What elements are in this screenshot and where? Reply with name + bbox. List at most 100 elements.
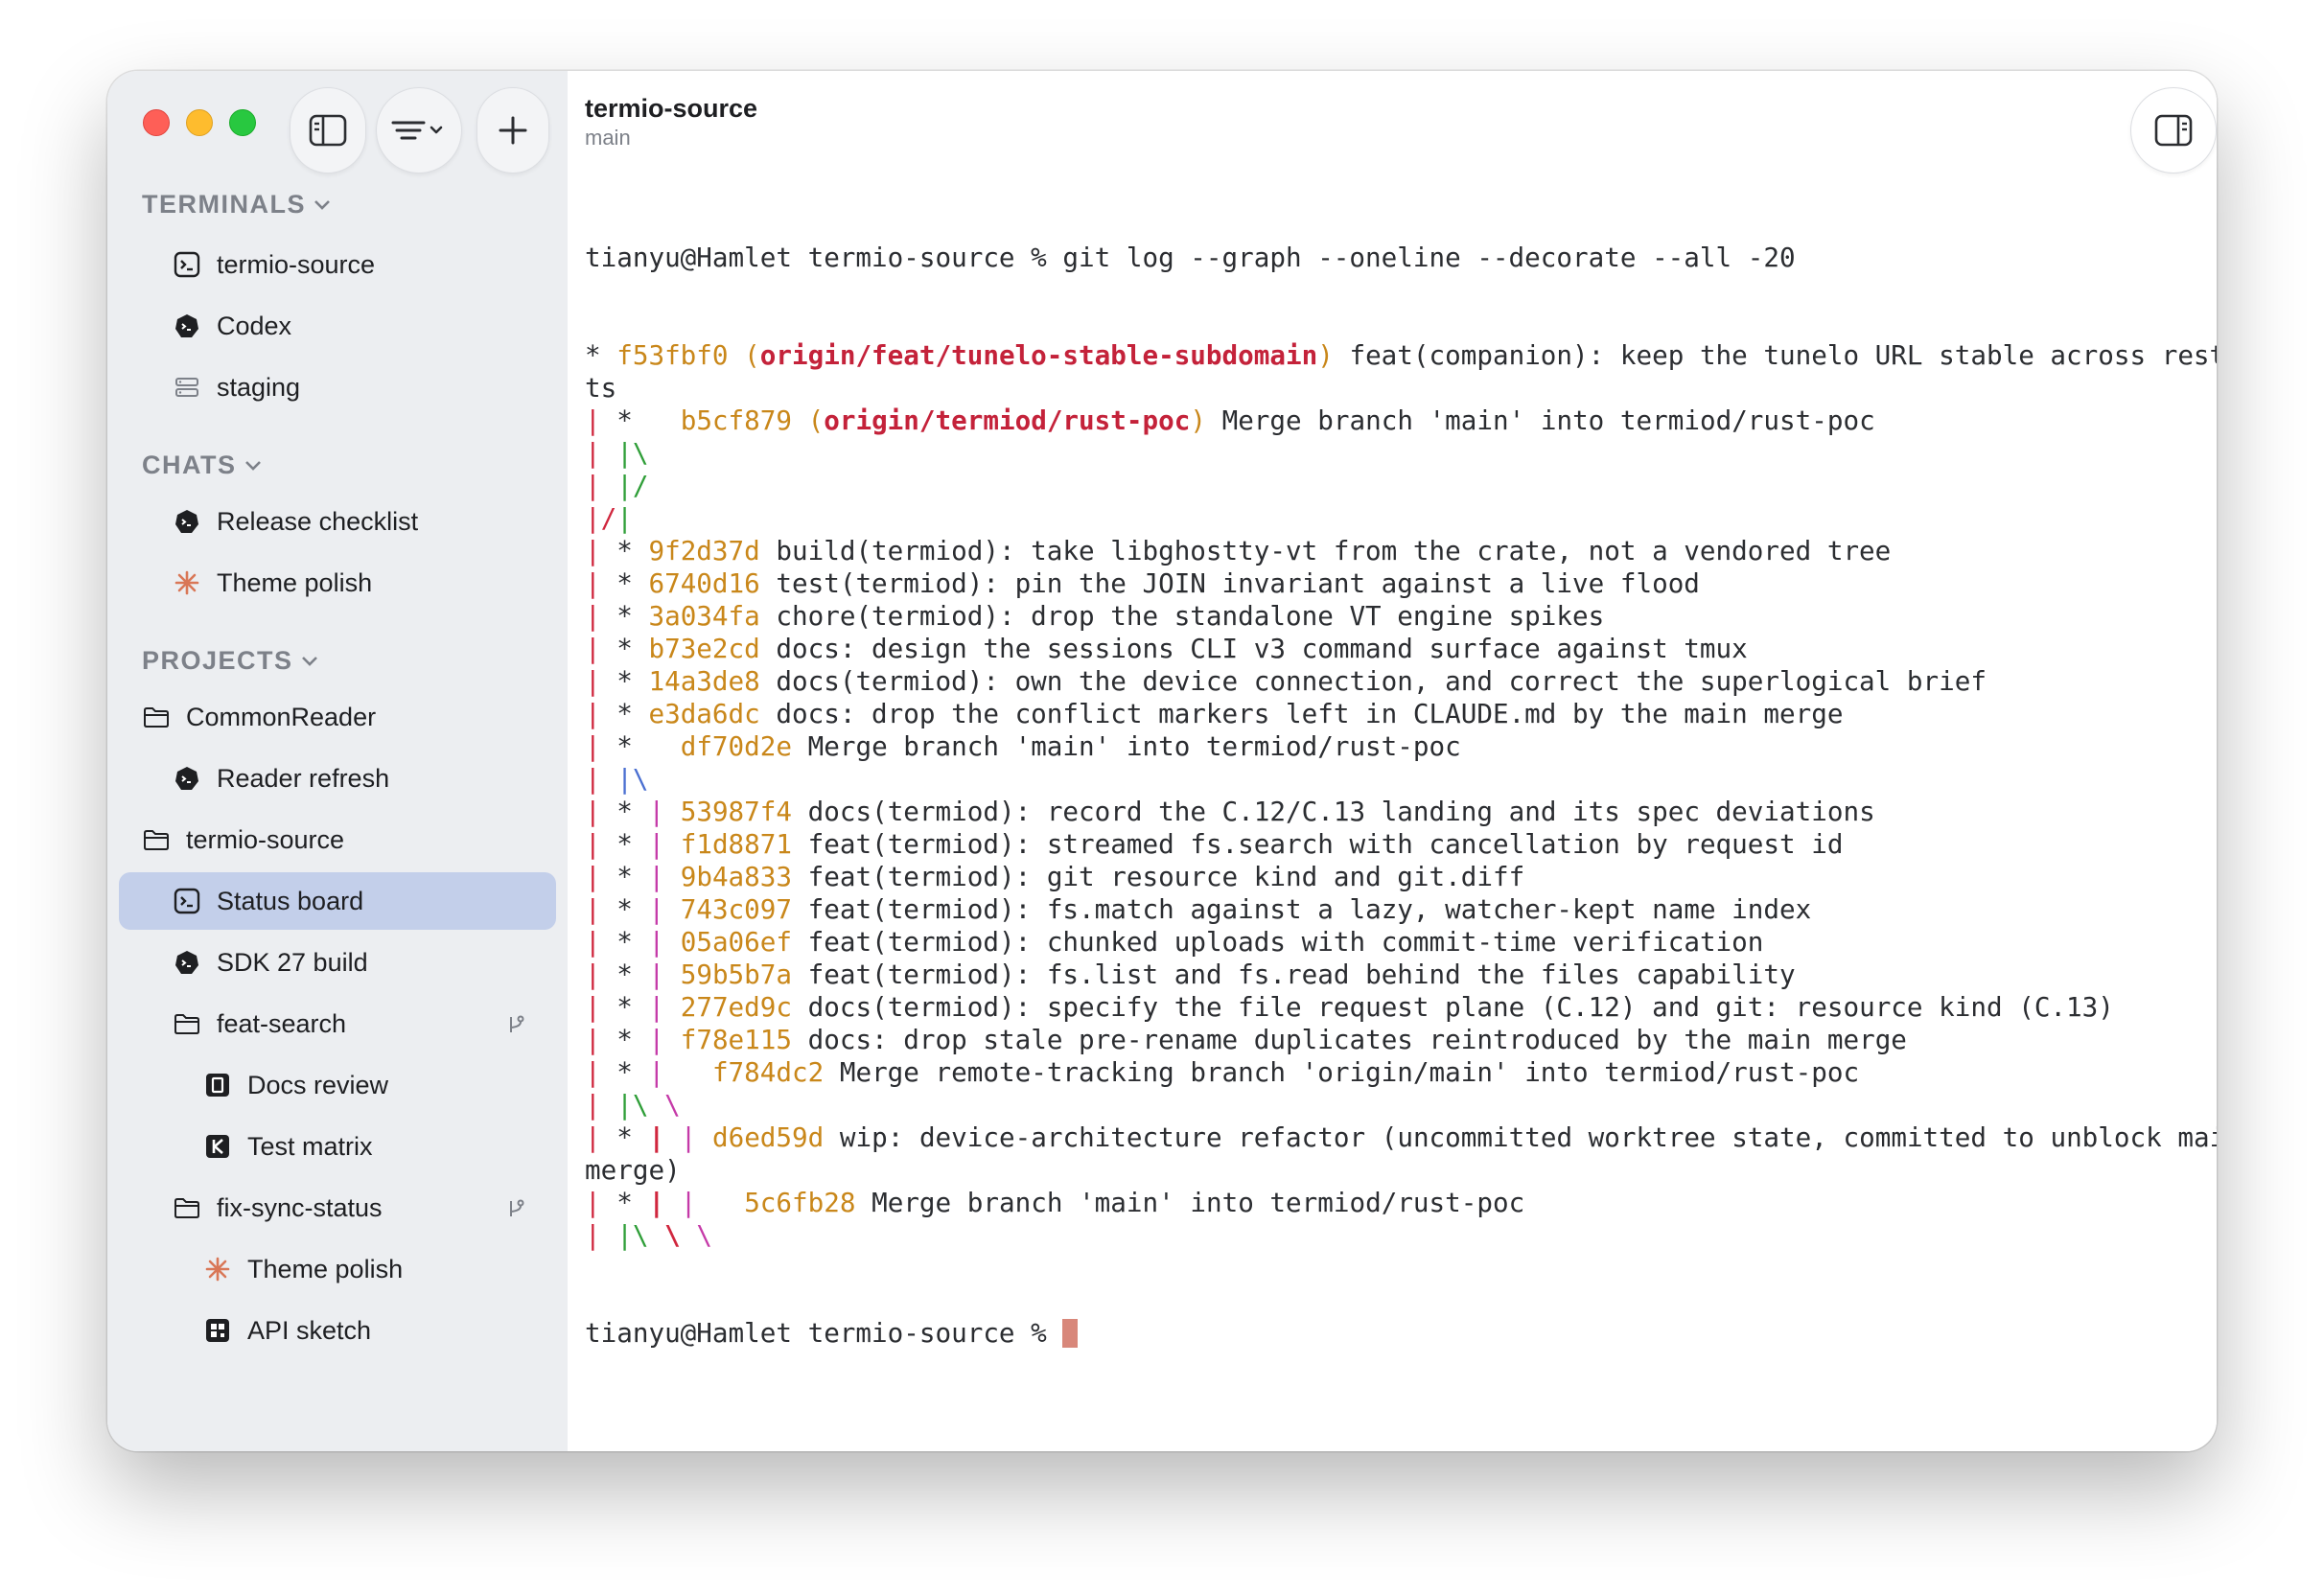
sidebar-item-docs-review[interactable]: Docs review: [203, 1056, 388, 1114]
sidebar-item-label: Test matrix: [247, 1131, 373, 1161]
toggle-sidebar-button[interactable]: [290, 87, 366, 173]
sidebar-worktree-feat-search[interactable]: feat-search: [173, 995, 556, 1052]
log-segment: merge): [585, 1154, 681, 1186]
sidebar: TERMINALS termio-source Codex staging CH…: [107, 71, 569, 1451]
log-segment: |: [648, 1056, 665, 1088]
log-segment: |: [585, 861, 601, 892]
git-log-line: | * 3a034fa chore(termiod): drop the sta…: [585, 600, 2207, 633]
close-window-button[interactable]: [143, 109, 170, 136]
sidebar-item-api-sketch[interactable]: API sketch: [203, 1302, 371, 1359]
log-segment: [664, 1024, 681, 1055]
commit-hash: 14a3de8: [648, 665, 760, 697]
git-log-line: | * | 9b4a833 feat(termiod): git resourc…: [585, 861, 2207, 893]
log-segment: [664, 893, 681, 925]
log-segment: [601, 1219, 617, 1251]
log-segment: [648, 1089, 664, 1121]
git-log-line: | * e3da6dc docs: drop the conflict mark…: [585, 698, 2207, 730]
commit-hash: 743c097: [680, 893, 793, 925]
commit-hash: e3da6dc: [648, 698, 760, 729]
sidebar-item-status-board[interactable]: Status board: [119, 872, 556, 930]
codex-icon: [173, 764, 201, 793]
claude-sparkle-icon: [173, 568, 201, 597]
codex-icon: [173, 312, 201, 340]
commit-hash: 9f2d37d: [648, 535, 760, 566]
sidebar-item-reader-refresh[interactable]: Reader refresh: [173, 750, 389, 807]
zoom-window-button[interactable]: [229, 109, 256, 136]
sidebar-item-label: feat-search: [217, 1008, 347, 1038]
git-log-line: | |/: [585, 470, 2207, 502]
log-segment: *: [600, 567, 649, 599]
commit-hash: df70d2e: [680, 730, 792, 762]
log-segment: [664, 796, 681, 827]
terminal-cursor: [1062, 1319, 1079, 1348]
commit-hash: d6ed59d: [711, 1121, 825, 1153]
log-segment: |\: [616, 1219, 649, 1251]
git-log-line: | * 9f2d37d build(termiod): take libghos…: [585, 535, 2207, 567]
sidebar-worktree-fix-sync-status[interactable]: fix-sync-status: [173, 1179, 556, 1237]
sidebar-item-terminal-staging[interactable]: staging: [173, 358, 300, 416]
log-segment: *: [600, 991, 649, 1023]
log-segment: [601, 470, 617, 501]
log-segment: *: [600, 828, 649, 860]
log-segment: [648, 1219, 664, 1251]
terminal-output[interactable]: tianyu@Hamlet termio-source % git log --…: [585, 176, 2217, 1415]
log-segment: [601, 763, 617, 795]
log-segment: *: [600, 861, 649, 892]
sidebar-project-termio-source[interactable]: termio-source: [142, 811, 344, 868]
section-chats-header[interactable]: CHATS: [142, 451, 262, 480]
log-segment: |: [585, 405, 601, 436]
git-branch-icon: [506, 1196, 525, 1226]
log-segment: [664, 1056, 712, 1088]
right-panel-icon: [2154, 114, 2193, 147]
sidebar-item-chat-release-checklist[interactable]: Release checklist: [173, 493, 418, 550]
sidebar-item-label: SDK 27 build: [217, 947, 368, 977]
folder-icon: [173, 1193, 201, 1222]
log-segment: Merge branch 'main' into termiod/rust-po…: [792, 730, 1461, 762]
log-segment: |: [648, 1187, 665, 1218]
terminal-command-line: tianyu@Hamlet termio-source % git log --…: [585, 242, 2207, 274]
commit-hash: 277ed9c: [680, 991, 793, 1023]
sidebar-item-terminal-codex[interactable]: Codex: [173, 297, 291, 355]
main-pane: termio-source main tianyu@Hamlet termio-…: [568, 71, 2217, 1451]
commit-hash: 53987f4: [680, 796, 793, 827]
log-segment: |: [585, 1089, 601, 1121]
server-icon: [173, 373, 201, 402]
git-log-line: | * | 05a06ef feat(termiod): chunked upl…: [585, 926, 2207, 959]
git-log-line: | * | 743c097 feat(termiod): fs.match ag…: [585, 893, 2207, 926]
sidebar-item-label: termio-source: [217, 249, 376, 279]
prompt-text: tianyu@Hamlet termio-source %: [585, 242, 1063, 273]
commit-hash: f784dc2: [711, 1056, 825, 1088]
sort-menu-button[interactable]: [376, 87, 462, 173]
sidebar-item-label: Status board: [217, 886, 364, 915]
section-projects-label: PROJECTS: [142, 646, 293, 675]
toggle-inspector-button[interactable]: [2130, 87, 2217, 173]
log-segment: feat(termiod): streamed fs.search with c…: [792, 828, 1844, 860]
folder-icon: [142, 703, 171, 731]
log-segment: *: [600, 1187, 649, 1218]
sidebar-item-label: Theme polish: [217, 567, 373, 597]
sidebar-item-terminal-termio-source[interactable]: termio-source: [173, 236, 375, 293]
log-segment: \: [664, 1089, 681, 1121]
section-terminals-header[interactable]: TERMINALS: [142, 190, 331, 220]
git-log-line: |/|: [585, 502, 2207, 535]
log-segment: |: [648, 991, 665, 1023]
sidebar-item-theme-polish[interactable]: Theme polish: [203, 1240, 403, 1298]
sidebar-item-sdk-27-build[interactable]: SDK 27 build: [173, 934, 368, 991]
minimize-window-button[interactable]: [186, 109, 213, 136]
log-segment: [664, 1121, 681, 1153]
log-segment: |: [585, 991, 601, 1023]
sidebar-item-chat-theme-polish[interactable]: Theme polish: [173, 554, 372, 612]
log-segment: docs(termiod): specify the file request …: [792, 991, 2114, 1023]
app-window: TERMINALS termio-source Codex staging CH…: [107, 71, 2217, 1451]
sidebar-project-commonreader[interactable]: CommonReader: [142, 688, 376, 746]
log-segment: [664, 1187, 681, 1218]
log-segment: feat(termiod): fs.list and fs.read behin…: [792, 959, 1796, 990]
git-log-line: | * | f78e115 docs: drop stale pre-renam…: [585, 1024, 2207, 1056]
new-item-button[interactable]: [476, 87, 549, 173]
log-segment: [696, 1187, 744, 1218]
log-segment: *: [600, 535, 649, 566]
folder-icon: [173, 1009, 201, 1038]
section-projects-header[interactable]: PROJECTS: [142, 646, 318, 676]
log-segment: [664, 959, 681, 990]
sidebar-item-test-matrix[interactable]: Test matrix: [203, 1118, 373, 1175]
